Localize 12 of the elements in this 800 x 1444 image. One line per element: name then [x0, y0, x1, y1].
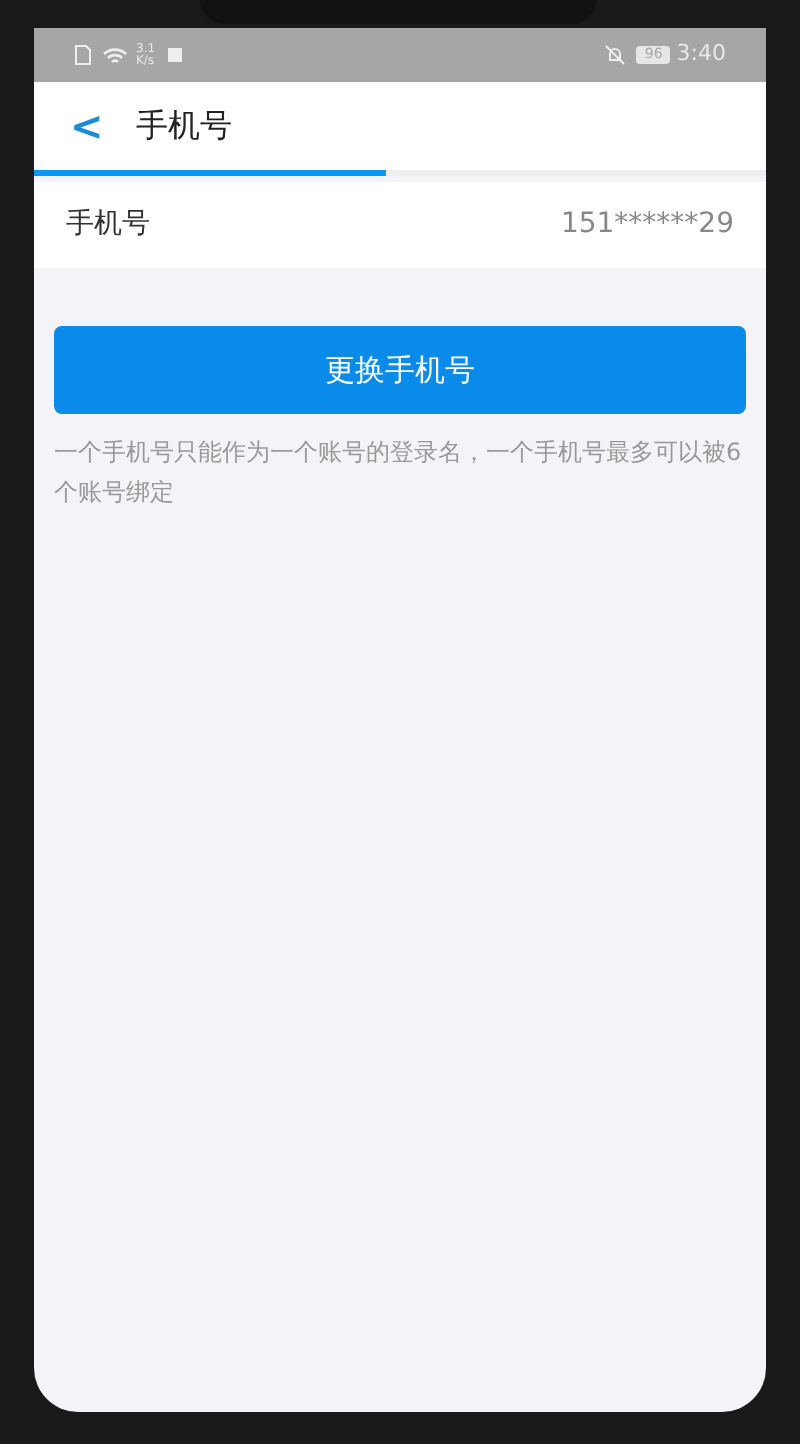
back-button[interactable]: <	[70, 106, 104, 146]
clock: 3:40	[676, 38, 726, 71]
page-title: 手机号	[135, 104, 232, 148]
phone-number-row[interactable]: 手机号 151******29	[34, 182, 766, 268]
notification-icon	[167, 48, 182, 62]
change-number-button[interactable]: 更换手机号	[54, 326, 746, 414]
wifi-icon	[102, 45, 128, 65]
note-text: 一个手机号只能作为一个账号的登录名，一个手机号最多可以被6个账号绑定	[54, 436, 744, 510]
bell-off-icon	[604, 44, 627, 66]
sim-icon	[74, 44, 92, 66]
row-label: 手机号	[66, 206, 150, 244]
phone-number: 151******29	[560, 206, 734, 244]
